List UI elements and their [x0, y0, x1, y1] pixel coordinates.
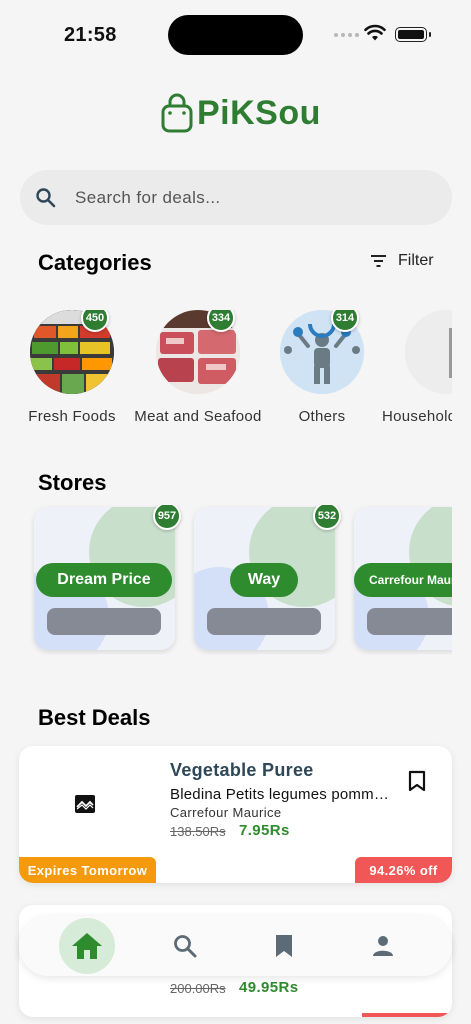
category-label: Fresh Foods: [28, 408, 116, 425]
category-others[interactable]: 314 Others: [257, 310, 387, 425]
category-label: Meat and Seafood: [134, 408, 262, 425]
deal-card[interactable]: Vegetable Puree Bledina Petits legumes p…: [19, 746, 452, 883]
battery-icon: [395, 27, 431, 42]
stores-list: Dream Price 957 Way 532 Carrefour Mauric…: [0, 505, 452, 655]
deal-product-name: Bledina Petits legumes pomme de terre: [170, 786, 390, 803]
deal-title: Vegetable Puree: [170, 760, 314, 780]
stores-title: Stores: [38, 470, 107, 495]
store-placeholder-bar: [367, 608, 452, 635]
person-icon: [373, 936, 393, 956]
store-placeholder-bar: [47, 608, 161, 635]
expires-badge: Expires Tomorrow: [19, 857, 156, 883]
store-card-dream-price[interactable]: Dream Price: [34, 507, 175, 650]
filter-label: Filter: [398, 252, 434, 269]
shopping-bag-icon: [161, 93, 193, 133]
status-time: 21:58: [64, 24, 117, 46]
best-deals-title: Best Deals: [38, 705, 151, 730]
nav-home[interactable]: [59, 918, 115, 974]
store-name: Dream Price: [36, 563, 172, 597]
deal-new-price: 49.95Rs: [239, 979, 299, 996]
category-image: [405, 310, 452, 394]
category-fresh-foods[interactable]: 450 Fresh Foods: [7, 310, 137, 425]
deal-old-price: 200.00Rs: [170, 981, 226, 996]
deal-store: Carrefour Maurice: [170, 805, 282, 820]
wifi-icon: [364, 24, 386, 41]
deal-new-price: 7.95Rs: [239, 822, 290, 839]
logo-text: PiKSou: [197, 93, 321, 132]
status-bar: 21:58: [0, 0, 471, 70]
cellular-signal-icon: [334, 33, 359, 37]
categories-list: 450 Fresh Foods 334 Meat and Seafood 314…: [0, 310, 452, 430]
bottom-navigation: [19, 916, 452, 976]
search-icon: [36, 187, 56, 207]
filter-button[interactable]: Filter: [370, 252, 434, 270]
discount-badge-edge: [362, 1013, 452, 1017]
store-count-badge: 957: [153, 505, 181, 530]
discount-badge: 94.26% off: [355, 857, 452, 883]
deal-old-price: 138.50Rs: [170, 824, 226, 839]
category-meat-and-seafood[interactable]: 334 Meat and Seafood: [133, 310, 263, 425]
broken-image-icon: [75, 795, 95, 813]
search-bar[interactable]: [20, 170, 452, 225]
store-card-way[interactable]: Way: [194, 507, 335, 650]
nav-bookmarks[interactable]: [256, 918, 312, 974]
bookmark-icon: [276, 935, 292, 957]
search-icon: [174, 935, 197, 958]
store-name: Way: [230, 563, 298, 597]
store-placeholder-bar: [207, 608, 321, 635]
dynamic-island: [168, 15, 303, 55]
category-label: Others: [298, 408, 346, 425]
search-input[interactable]: [75, 187, 405, 208]
category-household[interactable]: Household: [382, 310, 452, 425]
bookmark-icon[interactable]: [408, 770, 426, 792]
nav-profile[interactable]: [355, 918, 411, 974]
store-count-badge: 532: [313, 505, 341, 530]
store-card-carrefour[interactable]: Carrefour Maurice: [354, 507, 452, 650]
category-label: Household: [382, 408, 452, 425]
store-name: Carrefour Maurice: [354, 563, 452, 597]
filter-icon: [371, 255, 386, 267]
app-logo: PiKSou: [160, 93, 321, 133]
categories-title: Categories: [38, 250, 152, 275]
home-icon: [72, 933, 102, 959]
nav-search[interactable]: [157, 918, 213, 974]
